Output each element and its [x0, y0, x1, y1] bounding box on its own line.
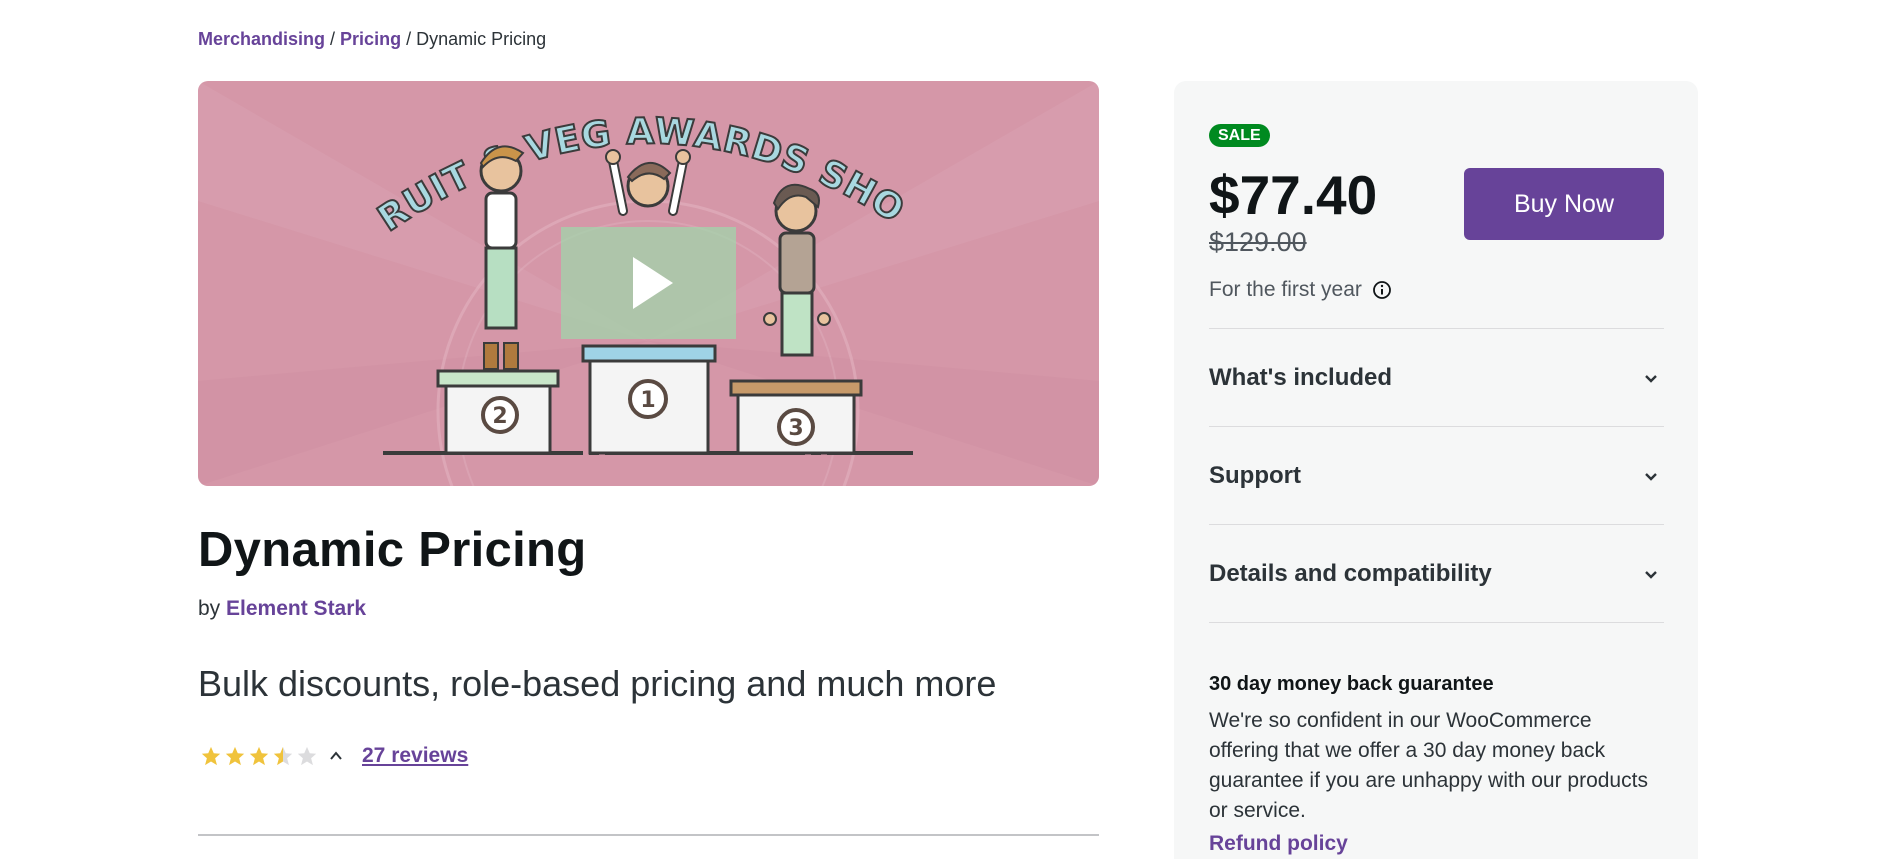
- guarantee-title: 30 day money back guarantee: [1209, 673, 1494, 695]
- accordion-label: Details and compatibility: [1209, 559, 1492, 587]
- info-icon[interactable]: [1372, 280, 1392, 300]
- breadcrumb-separator: /: [330, 29, 336, 49]
- product-video[interactable]: FRUIT & VEG AWARDS SHOW 2 1 3: [198, 81, 1099, 486]
- accordion-whats-included[interactable]: What's included: [1209, 329, 1664, 426]
- product-title: Dynamic Pricing: [198, 523, 587, 577]
- by-label: by: [198, 597, 221, 620]
- star-full-icon: [225, 746, 245, 766]
- accordion-details-compatibility[interactable]: Details and compatibility: [1209, 525, 1664, 622]
- current-price: $77.40: [1209, 164, 1378, 226]
- breadcrumb-link-merchandising[interactable]: Merchandising: [198, 29, 325, 49]
- product-byline: by Element Stark: [198, 597, 366, 621]
- original-price: $129.00: [1209, 227, 1307, 257]
- svg-text:2: 2: [492, 404, 507, 429]
- chevron-down-icon: [1645, 374, 1657, 383]
- purchase-panel: SALE $77.40 $129.00 For the first year B…: [1174, 81, 1698, 859]
- breadcrumb-link-pricing[interactable]: Pricing: [340, 29, 401, 49]
- reviews-link[interactable]: 27 reviews: [362, 744, 468, 768]
- breadcrumb: Merchandising / Pricing / Dynamic Pricing: [198, 29, 546, 50]
- section-divider: [198, 834, 1099, 836]
- sale-badge: SALE: [1209, 124, 1270, 147]
- breadcrumb-current: Dynamic Pricing: [416, 29, 547, 49]
- rating-summary[interactable]: 27 reviews: [200, 744, 468, 768]
- star-half-icon: [273, 746, 293, 766]
- accordion-divider: [1209, 622, 1664, 623]
- accordion-label: Support: [1209, 461, 1301, 489]
- chevron-down-icon: [1645, 472, 1657, 481]
- product-tagline: Bulk discounts, role-based pricing and m…: [198, 663, 997, 704]
- vendor-link[interactable]: Element Stark: [226, 597, 366, 620]
- chevron-up-icon[interactable]: [328, 748, 344, 764]
- star-full-icon: [249, 746, 269, 766]
- svg-text:1: 1: [640, 388, 655, 413]
- breadcrumb-separator: /: [406, 29, 412, 49]
- refund-policy-link[interactable]: Refund policy: [1209, 832, 1348, 856]
- chevron-down-icon: [1645, 570, 1657, 579]
- play-icon: [633, 257, 673, 309]
- price-term: For the first year: [1209, 278, 1392, 302]
- guarantee-text: We're so confident in our WooCommerce of…: [1209, 709, 1648, 822]
- star-full-icon: [201, 746, 221, 766]
- star-empty-icon: [297, 746, 317, 766]
- play-button[interactable]: [561, 227, 736, 339]
- svg-text:3: 3: [788, 416, 803, 441]
- accordion-support[interactable]: Support: [1209, 427, 1664, 524]
- price-term-label: For the first year: [1209, 278, 1362, 301]
- buy-now-button[interactable]: Buy Now: [1464, 168, 1664, 240]
- accordion-label: What's included: [1209, 363, 1393, 391]
